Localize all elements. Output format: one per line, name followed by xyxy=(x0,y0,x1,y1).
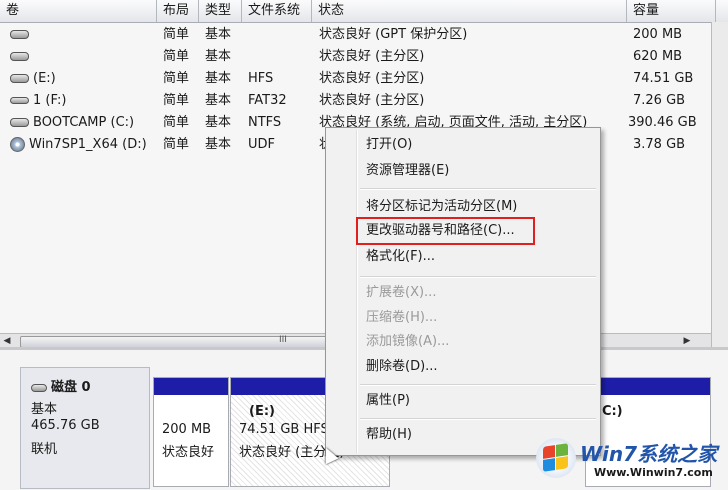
partition-block[interactable]: 200 MB 状态良好 xyxy=(153,377,229,487)
watermark-url: Www.Winwin7.com xyxy=(594,466,713,479)
col-header-type[interactable]: 类型 xyxy=(199,0,242,22)
volume-list-header: 卷 布局 类型 文件系统 状态 容量 xyxy=(0,0,728,23)
context-menu: 打开(O) 资源管理器(E) 将分区标记为活动分区(M) 更改驱动器号和路径(C… xyxy=(325,127,601,456)
col-header-capacity[interactable]: 容量 xyxy=(627,0,716,22)
col-header-volume[interactable]: 卷 xyxy=(0,0,157,22)
col-header-layout[interactable]: 布局 xyxy=(157,0,199,22)
scroll-left-icon[interactable]: ◀ xyxy=(0,334,14,348)
volume-row[interactable]: 1 (F:) 简单 基本 FAT32 状态良好 (主分区) 7.26 GB 5 xyxy=(0,90,728,112)
cd-icon xyxy=(10,137,25,152)
disk-icon xyxy=(10,118,29,127)
menu-separator xyxy=(360,418,596,420)
disk-icon xyxy=(10,30,29,39)
col-header-filesystem[interactable]: 文件系统 xyxy=(242,0,312,22)
highlight-box xyxy=(356,217,535,245)
menu-item-mark-active[interactable]: 将分区标记为活动分区(M) xyxy=(366,195,517,219)
disk-icon xyxy=(31,383,47,392)
scroll-right-icon[interactable]: ▶ xyxy=(680,334,694,348)
disk-0-info[interactable]: 磁盘 0 基本 465.76 GB 联机 xyxy=(20,367,150,489)
col-header-status[interactable]: 状态 xyxy=(312,0,627,22)
volume-row[interactable]: 简单 基本 状态良好 (主分区) 620 MB 6 xyxy=(0,46,728,68)
menu-item-add-mirror: 添加镜像(A)... xyxy=(366,334,450,349)
menu-item-format[interactable]: 格式化(F)... xyxy=(366,245,435,269)
menu-item-help[interactable]: 帮助(H) xyxy=(366,423,412,447)
volume-row[interactable]: (E:) 简单 基本 HFS 状态良好 (主分区) 74.51 GB 1 xyxy=(0,68,728,90)
windows-flag-icon xyxy=(536,438,576,478)
volume-row[interactable]: 简单 基本 状态良好 (GPT 保护分区) 200 MB 2 xyxy=(0,24,728,46)
menu-item-properties[interactable]: 属性(P) xyxy=(366,389,410,413)
menu-separator xyxy=(360,188,596,190)
watermark-site-name: Win7系统之家 xyxy=(580,442,718,466)
menu-item-extend-volume: 扩展卷(X)... xyxy=(366,285,437,300)
disk-icon xyxy=(10,74,29,83)
menu-item-explorer[interactable]: 资源管理器(E) xyxy=(366,159,449,183)
removable-disk-icon xyxy=(10,97,29,104)
menu-separator xyxy=(360,276,596,278)
vertical-scrollbar[interactable] xyxy=(711,22,728,347)
menu-item-delete-volume[interactable]: 删除卷(D)... xyxy=(366,355,438,379)
watermark-logo: Win7系统之家 Www.Winwin7.com xyxy=(532,432,728,487)
menu-item-shrink-volume: 压缩卷(H)... xyxy=(366,310,438,325)
menu-item-open[interactable]: 打开(O) xyxy=(366,133,412,157)
disk-icon xyxy=(10,52,29,61)
menu-separator xyxy=(360,384,596,386)
